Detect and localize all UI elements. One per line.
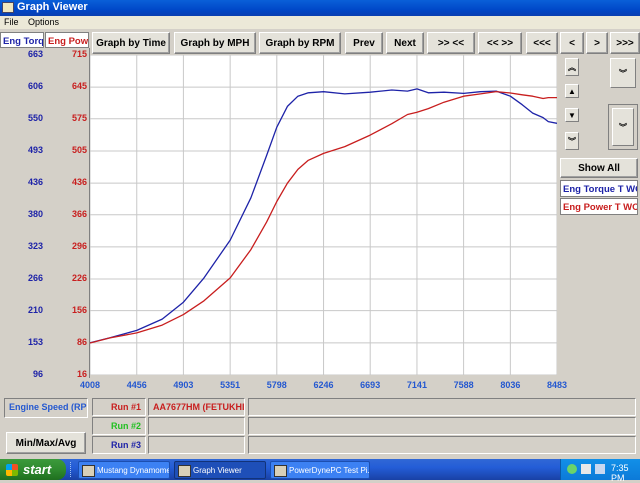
x-tick-label: 4903 — [173, 380, 194, 390]
graph-by-mph-button[interactable]: Graph by MPH — [174, 32, 256, 54]
legend-power[interactable]: Eng Power T WC — [560, 198, 638, 215]
scroll-up-fast-button[interactable]: ︽ — [565, 58, 579, 76]
x-tick-label: 4456 — [126, 380, 147, 390]
power-tick-label: 575 — [71, 113, 87, 124]
clock[interactable]: 7:35 PM — [611, 463, 640, 483]
task-mustang[interactable]: Mustang Dynamomet... — [78, 461, 170, 479]
scroll-left-button[interactable]: < — [560, 32, 584, 54]
power-tick-label: 16 — [76, 369, 87, 379]
scroll-right-button[interactable]: > — [586, 32, 608, 54]
x-tick-label: 8036 — [500, 380, 521, 390]
menu-file[interactable]: File — [0, 16, 22, 27]
tray-volume-icon[interactable] — [581, 464, 591, 474]
prev-button[interactable]: Prev — [345, 32, 383, 54]
torque-tick-label: 323 — [27, 240, 43, 251]
taskbar-grip — [70, 462, 76, 477]
power-tick-label: 366 — [71, 208, 87, 219]
x-tick-label: 6246 — [313, 380, 334, 390]
scale-down-button[interactable]: ︾ — [612, 108, 634, 146]
system-tray: 7:35 PM — [560, 459, 640, 483]
rpm-graph[interactable] — [90, 55, 557, 375]
graph-by-time-button[interactable]: Graph by Time — [92, 32, 170, 54]
run-3-file — [149, 437, 244, 443]
torque-tick-label: 493 — [27, 144, 43, 155]
power-tick-label: 645 — [71, 81, 87, 92]
run-3-extra — [248, 436, 636, 454]
scroll-down-fast-button[interactable]: ︾ — [565, 132, 579, 150]
app-window-icon — [178, 465, 191, 477]
run-1-label: Run #1 — [110, 402, 141, 412]
power-axis-header[interactable]: Eng Power — [45, 32, 89, 48]
power-tick-label: 296 — [71, 240, 87, 251]
torque-tick-label: 380 — [27, 208, 43, 219]
torque-tick-label: 550 — [27, 112, 43, 123]
torque-tick-label: 663 — [27, 49, 43, 59]
power-tick-label: 505 — [71, 145, 87, 156]
power-tick-label: 86 — [76, 336, 87, 347]
app-window-icon — [274, 465, 287, 477]
torque-tick-label: 210 — [27, 304, 43, 315]
min-max-avg-button[interactable]: Min/Max/Avg — [6, 432, 86, 454]
torque-tick-label: 606 — [27, 81, 43, 92]
scroll-down-button[interactable]: ▼ — [565, 108, 579, 122]
start-label: start — [23, 462, 52, 477]
scroll-far-left-button[interactable]: <<< — [526, 32, 558, 54]
tray-app-icon[interactable] — [595, 464, 605, 474]
run-1-file-box[interactable]: AA7677HM (FETUKHIN) — [148, 398, 245, 416]
power-tick-label: 715 — [71, 49, 87, 59]
torque-tick-label: 266 — [27, 273, 43, 284]
task-graph-viewer[interactable]: Graph Viewer — [174, 461, 266, 479]
zoom-in-button[interactable]: >> << — [427, 32, 475, 54]
x-tick-label: 5798 — [266, 380, 287, 390]
torque-tick-label: 96 — [32, 369, 43, 379]
torque-tick-label: 153 — [27, 336, 43, 347]
tray-network-icon[interactable] — [567, 464, 577, 474]
next-button[interactable]: Next — [386, 32, 424, 54]
run-1-extra — [248, 398, 636, 416]
x-tick-label: 5351 — [220, 380, 241, 390]
window-title: Graph Viewer — [17, 1, 88, 13]
menu-bar: File Options — [0, 16, 640, 29]
run-2-extra — [248, 417, 636, 435]
graph-by-rpm-button[interactable]: Graph by RPM — [259, 32, 341, 54]
task-powerdyne[interactable]: PowerDynePC Test Pi... — [270, 461, 370, 479]
x-tick-label: 6693 — [360, 380, 381, 390]
x-tick-label: 4008 — [79, 380, 101, 390]
x-axis-name-box: Engine Speed (RPM) — [4, 398, 88, 418]
torque-axis-header[interactable]: Eng Torque — [0, 32, 44, 48]
run-3-label: Run #3 — [110, 440, 141, 450]
power-tick-label: 436 — [71, 176, 87, 187]
scale-up-button[interactable]: ︾ — [610, 58, 636, 88]
x-tick-label: 7588 — [453, 380, 474, 390]
start-button[interactable]: start — [0, 459, 66, 480]
title-bar[interactable]: Graph Viewer — [0, 0, 640, 16]
run-2-file-box[interactable] — [148, 417, 245, 435]
scroll-far-right-button[interactable]: >>> — [610, 32, 640, 54]
run-3-file-box[interactable] — [148, 436, 245, 454]
x-tick-label: 8483 — [546, 380, 568, 390]
torque-tick-label: 436 — [27, 177, 43, 188]
power-tick-label: 226 — [71, 272, 87, 283]
run-2-label-box: Run #2 — [92, 417, 146, 435]
windows-logo-icon — [6, 463, 18, 476]
run-3-label-box: Run #3 — [92, 436, 146, 454]
scroll-up-button[interactable]: ▲ — [565, 84, 579, 98]
app-window-icon — [82, 465, 95, 477]
zoom-out-button[interactable]: << >> — [478, 32, 522, 54]
run-2-file — [149, 418, 244, 424]
show-all-button[interactable]: Show All — [560, 158, 638, 178]
run-1-file: AA7677HM (FETUKHIN) — [153, 402, 244, 412]
app-icon — [2, 2, 14, 13]
legend-torque[interactable]: Eng Torque T WC — [560, 180, 638, 197]
power-tick-label: 156 — [71, 304, 87, 315]
run-1-label-box: Run #1 — [92, 398, 146, 416]
x-axis-name: Engine Speed (RPM) — [9, 402, 87, 412]
run-2-label: Run #2 — [110, 421, 141, 431]
menu-options[interactable]: Options — [24, 16, 62, 27]
x-tick-label: 7141 — [406, 380, 427, 390]
